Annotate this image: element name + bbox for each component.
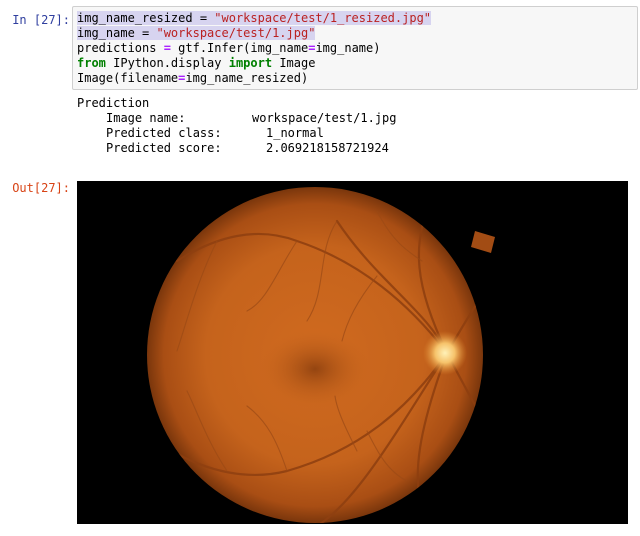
- output-value-image-name: workspace/test/1.jpg: [252, 111, 397, 125]
- output-value-predicted-score: 2.069218158721924: [266, 141, 389, 155]
- code-token: =: [134, 26, 157, 40]
- code-editor[interactable]: img_name_resized = "workspace/test/1_res…: [72, 6, 638, 90]
- code-token: =: [192, 11, 215, 25]
- output-label-predicted-score: Predicted score:: [106, 141, 222, 155]
- code-keyword: import: [228, 56, 273, 70]
- input-prompt: In [27]:: [12, 13, 70, 27]
- code-token: img_name): [315, 41, 381, 55]
- code-keyword: from: [77, 56, 106, 70]
- code-line-3[interactable]: predictions = gtf.Infer(img_name=img_nam…: [77, 41, 380, 56]
- output-heading: Prediction: [77, 96, 150, 110]
- code-operator: =: [163, 41, 171, 55]
- code-token: IPython.display: [105, 56, 229, 70]
- code-string: "workspace/test/1.jpg": [156, 26, 316, 40]
- code-line-1[interactable]: img_name_resized = "workspace/test/1_res…: [77, 11, 432, 26]
- output-label-image-name: Image name:: [106, 111, 186, 125]
- fundus-image-svg: [77, 181, 628, 524]
- code-string: "workspace/test/1_resized.jpg": [214, 11, 432, 25]
- code-line-2[interactable]: img_name = "workspace/test/1.jpg": [77, 26, 316, 41]
- code-token: img_name_resized): [185, 71, 309, 85]
- code-token: Image: [272, 56, 316, 70]
- output-prompt: Out[27]:: [12, 181, 70, 195]
- code-token: Image(filename: [77, 71, 179, 85]
- output-value-predicted-class: 1_normal: [266, 126, 324, 140]
- code-token: predictions: [77, 41, 164, 55]
- code-token: gtf.Infer(img_name: [170, 41, 309, 55]
- code-line-4[interactable]: from IPython.display import Image: [77, 56, 315, 71]
- code-line-5[interactable]: Image(filename=img_name_resized): [77, 71, 308, 86]
- input-cell[interactable]: In [27]: img_name_resized = "workspace/t…: [0, 0, 640, 95]
- code-token: img_name: [77, 26, 135, 40]
- output-label-predicted-class: Predicted class:: [106, 126, 222, 140]
- optic-disc: [423, 331, 467, 375]
- code-token: img_name_resized: [77, 11, 193, 25]
- fundus-image: [77, 181, 628, 524]
- macula: [260, 329, 370, 409]
